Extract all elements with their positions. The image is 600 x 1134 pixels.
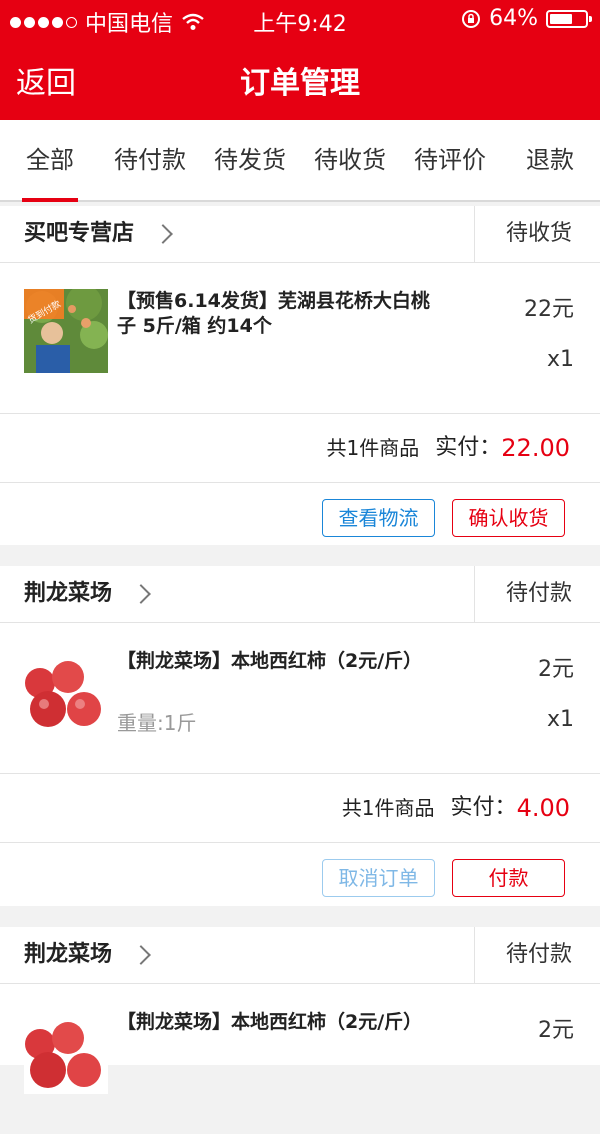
top-bar: 中国电信 上午9:42 64% 返回 订单管理 xyxy=(0,0,600,120)
order-actions: 查看物流 确认收货 xyxy=(0,483,600,553)
order-card: 买吧专营店 待收货 货到付款 【预售6.14发货】芜湖县花桥大白桃子 5斤/箱 … xyxy=(0,206,600,545)
product-spec: 重量:1斤 xyxy=(117,711,197,735)
chevron-right-icon xyxy=(131,945,151,965)
tab-all[interactable]: 全部 xyxy=(22,120,78,202)
order-item[interactable]: 【荆龙菜场】本地西红柿（2元/斤） 重量:1斤 2元 x1 xyxy=(0,623,600,774)
product-quantity: x1 xyxy=(546,707,574,732)
tab-pending-shipment[interactable]: 待发货 xyxy=(212,120,288,200)
order-item[interactable]: 【荆龙菜场】本地西红柿（2元/斤） 2元 xyxy=(0,984,600,1134)
order-card: 荆龙菜场 待付款 【荆龙菜场】本地西红柿（2元/斤） 2元 xyxy=(0,927,600,1094)
product-thumbnail: 货到付款 xyxy=(24,289,108,373)
order-header: 买吧专营店 待收货 xyxy=(0,206,600,263)
paid-label: 实付： xyxy=(435,435,502,460)
chevron-right-icon xyxy=(131,584,151,604)
cancel-order-button[interactable]: 取消订单 xyxy=(322,859,435,897)
tab-pending-review[interactable]: 待评价 xyxy=(412,120,488,200)
item-count: 共1件商品 xyxy=(341,796,435,820)
item-count: 共1件商品 xyxy=(326,436,420,460)
paid-amount: 22.00 xyxy=(501,434,570,462)
confirm-receipt-button[interactable]: 确认收货 xyxy=(452,499,565,537)
order-summary: 共1件商品 实付： 22.00 xyxy=(0,414,600,483)
product-thumbnail xyxy=(24,1010,108,1094)
battery-icon xyxy=(546,9,592,28)
order-status: 待收货 xyxy=(505,221,572,246)
tab-pending-payment[interactable]: 待付款 xyxy=(112,120,188,200)
paid-label: 实付： xyxy=(450,795,517,820)
product-title: 【预售6.14发货】芜湖县花桥大白桃子 5斤/箱 约14个 xyxy=(117,290,430,337)
pay-button[interactable]: 付款 xyxy=(452,859,565,897)
tab-pending-receipt[interactable]: 待收货 xyxy=(312,120,388,200)
order-header: 荆龙菜场 待付款 xyxy=(0,566,600,623)
order-status: 待付款 xyxy=(505,942,572,967)
order-card: 荆龙菜场 待付款 【荆龙菜场】本地西红柿（2元/斤） 重量:1斤 2元 x1 共… xyxy=(0,566,600,906)
product-title: 【荆龙菜场】本地西红柿（2元/斤） xyxy=(117,650,423,672)
battery-fill xyxy=(550,13,572,24)
product-price: 2元 xyxy=(538,1018,574,1043)
store-link[interactable]: 荆龙菜场 xyxy=(24,566,151,622)
store-name: 买吧专营店 xyxy=(24,221,135,246)
order-header: 荆龙菜场 待付款 xyxy=(0,927,600,984)
order-tabs: 全部 待付款 待发货 待收货 待评价 退款 xyxy=(0,120,600,202)
status-bar: 中国电信 上午9:42 64% xyxy=(0,0,600,40)
status-right: 64% xyxy=(461,6,592,31)
chevron-right-icon xyxy=(153,224,173,244)
rotation-lock-icon xyxy=(462,9,481,28)
product-price: 2元 xyxy=(538,657,574,682)
store-name: 荆龙菜场 xyxy=(24,942,113,967)
product-price: 22元 xyxy=(524,297,574,322)
store-link[interactable]: 荆龙菜场 xyxy=(24,927,151,983)
order-actions: 取消订单 付款 xyxy=(0,843,600,913)
store-name: 荆龙菜场 xyxy=(24,581,113,606)
view-logistics-button[interactable]: 查看物流 xyxy=(322,499,435,537)
store-link[interactable]: 买吧专营店 xyxy=(24,206,173,262)
order-status: 待付款 xyxy=(505,581,572,606)
page-title: 订单管理 xyxy=(240,66,360,101)
product-title: 【荆龙菜场】本地西红柿（2元/斤） xyxy=(117,1011,423,1033)
divider xyxy=(474,206,475,262)
divider xyxy=(474,927,475,983)
order-item[interactable]: 货到付款 【预售6.14发货】芜湖县花桥大白桃子 5斤/箱 约14个 22元 x… xyxy=(0,263,600,414)
divider xyxy=(474,566,475,622)
product-thumbnail xyxy=(24,649,108,733)
order-summary: 共1件商品 实付： 4.00 xyxy=(0,774,600,843)
tab-refund[interactable]: 退款 xyxy=(522,120,578,200)
paid-amount: 4.00 xyxy=(516,794,570,822)
product-quantity: x1 xyxy=(546,347,574,372)
battery-percent: 64% xyxy=(489,6,538,31)
